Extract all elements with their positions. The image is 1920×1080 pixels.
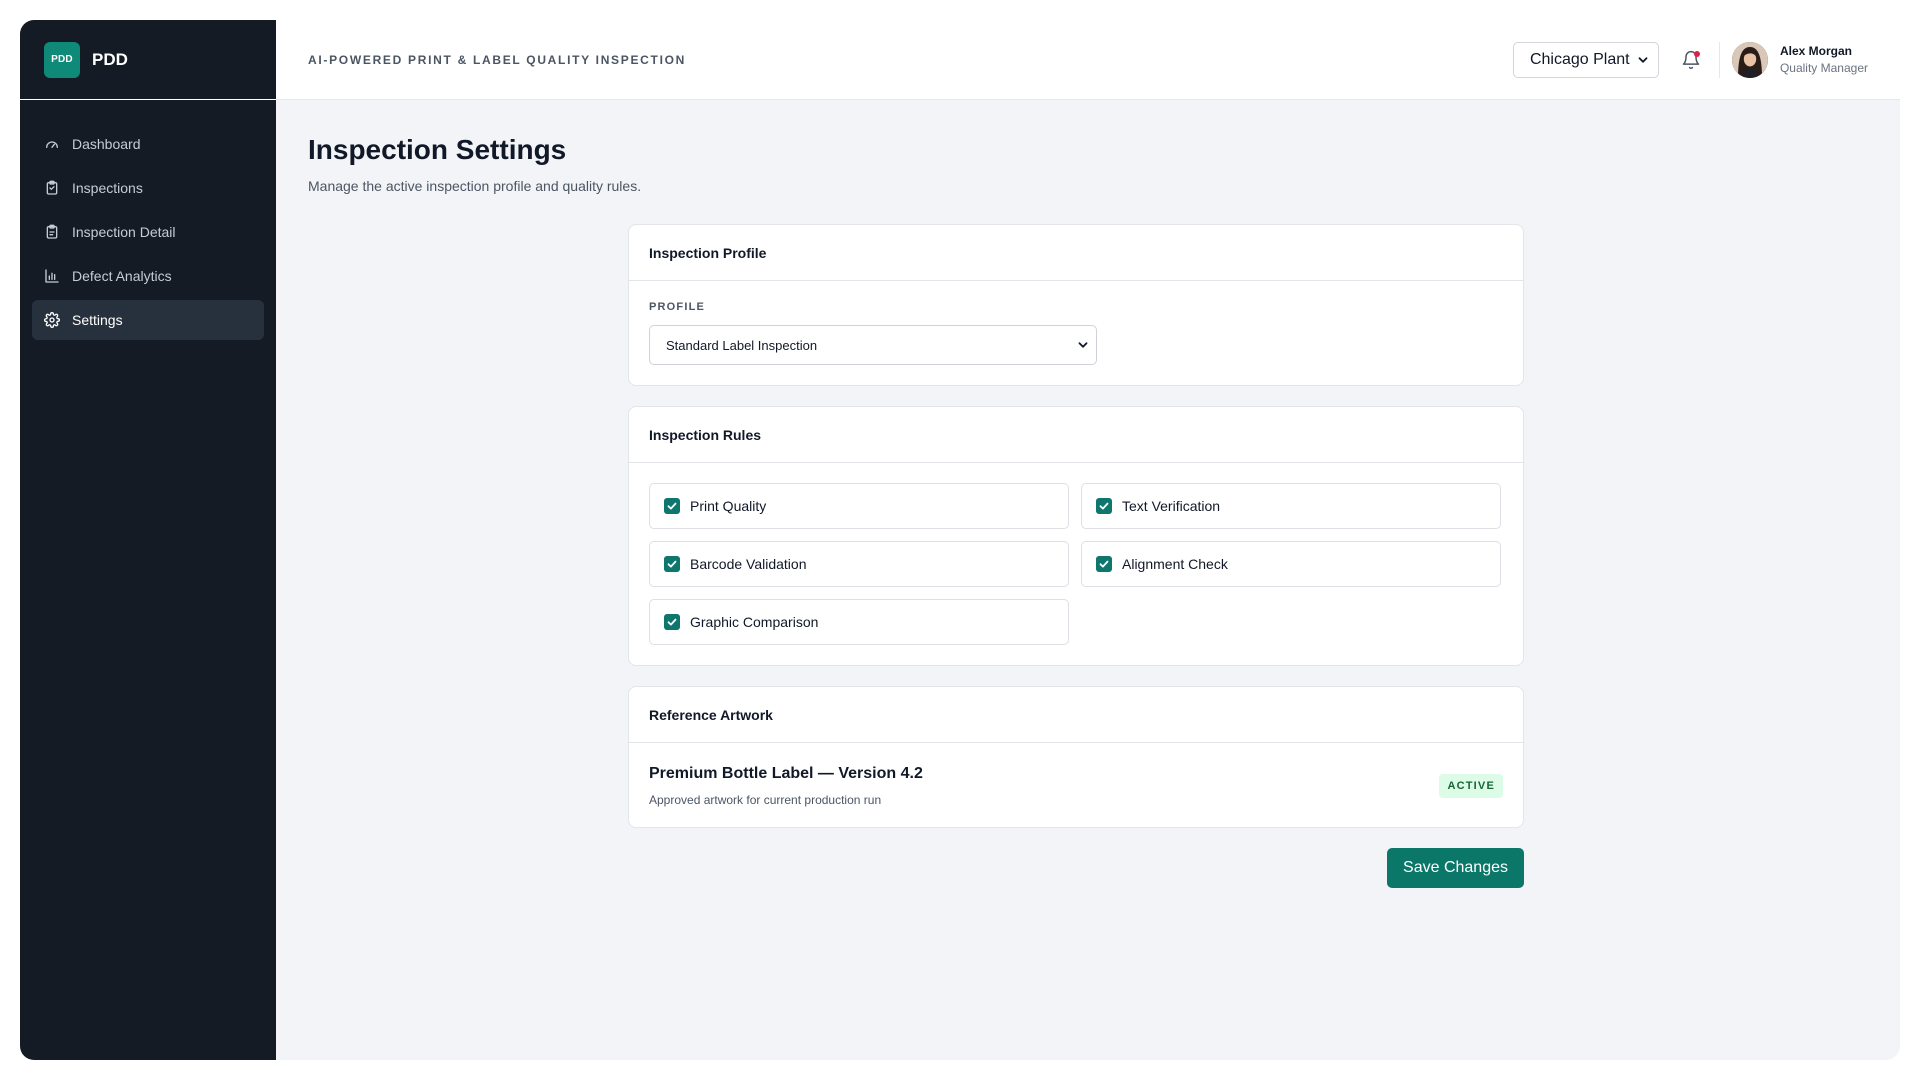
brand: PDD PDD [20,20,276,100]
settings-cards: Inspection Profile PROFILE Standard Labe… [628,224,1524,888]
artwork-name: Premium Bottle Label — Version 4.2 [649,765,923,782]
rule-text-verification[interactable]: Text Verification [1081,483,1501,529]
reference-artwork-card: Reference Artwork Premium Bottle Label —… [628,686,1524,828]
sidebar: PDD PDD Dashboard Inspections Inspection… [20,20,276,1060]
top-bar-actions: Chicago Plant Alex Morgan Quality Manage… [1512,41,1868,78]
avatar-portrait [1731,41,1768,78]
avatar[interactable] [1731,41,1768,78]
page-title: Inspection Settings [308,134,567,165]
gear-icon [44,312,60,328]
rule-barcode-validation[interactable]: Barcode Validation [649,541,1069,587]
profile-field-label: PROFILE [649,301,706,313]
card-title: Inspection Rules [629,407,1523,463]
artwork-info: Premium Bottle Label — Version 4.2 Appro… [649,765,923,807]
check-icon [1099,502,1109,510]
rule-print-quality[interactable]: Print Quality [649,483,1069,529]
plant-select-value: Chicago Plant [1529,50,1630,68]
user-name: Alex Morgan [1779,44,1852,58]
profile-select[interactable]: Standard Label Inspection [649,325,1097,365]
rule-label: Alignment Check [1122,556,1228,572]
rule-label: Print Quality [690,498,767,514]
user-role: Quality Manager [1779,61,1868,75]
rule-checkbox[interactable] [1096,556,1112,572]
clipboard-check-icon [46,224,58,239]
page-subtitle: Manage the active inspection profile and… [308,178,642,194]
rule-label: Text Verification [1122,498,1221,514]
app-window: PDD PDD Dashboard Inspections Inspection… [20,20,1900,1060]
brand-logo[interactable]: PDD [44,41,80,78]
sidebar-item-label: Inspections [72,180,143,196]
notifications-button[interactable] [1681,50,1701,70]
rule-checkbox[interactable] [1096,498,1112,514]
main-area: AI-POWERED PRINT & LABEL QUALITY INSPECT… [276,20,1900,1060]
rule-checkbox[interactable] [664,556,680,572]
profile-select-value: Standard Label Inspection [666,337,818,353]
check-icon [1099,560,1109,568]
chevron-down-icon [1638,56,1648,63]
artwork-body: Premium Bottle Label — Version 4.2 Appro… [629,743,1523,827]
rule-alignment-check[interactable]: Alignment Check [1081,541,1501,587]
chevron-down-icon [1078,342,1088,348]
card-title: Inspection Profile [629,225,1523,281]
app-tagline: AI-POWERED PRINT & LABEL QUALITY INSPECT… [308,52,687,67]
rule-graphic-comparison[interactable]: Graphic Comparison [649,599,1069,645]
sidebar-item-inspections[interactable]: Inspections [32,168,264,208]
artwork-description: Approved artwork for current production … [649,793,882,807]
sidebar-nav: Dashboard Inspections Inspection Detail … [20,100,276,344]
card-body: Print Quality Text Verification Barcode … [629,463,1523,665]
check-icon [667,502,677,510]
bar-chart-icon [45,269,59,283]
rule-checkbox[interactable] [664,498,680,514]
gauge-icon [46,141,58,148]
form-actions: Save Changes [628,848,1524,888]
plant-select[interactable]: Chicago Plant [1512,41,1659,78]
rules-grid: Print Quality Text Verification Barcode … [649,483,1503,645]
sidebar-item-label: Inspection Detail [72,224,176,240]
check-icon [667,618,677,626]
divider [1718,41,1720,78]
sidebar-item-defect-analytics[interactable]: Defect Analytics [32,256,264,296]
rule-checkbox[interactable] [664,614,680,630]
card-body: PROFILE Standard Label Inspection [629,281,1523,385]
brand-name: PDD [92,49,128,69]
sidebar-item-inspection-detail[interactable]: Inspection Detail [32,212,264,252]
rule-label: Barcode Validation [690,556,807,572]
page-content: Inspection Settings Manage the active in… [276,100,1900,1060]
inspection-profile-card: Inspection Profile PROFILE Standard Labe… [628,224,1524,386]
sidebar-item-settings[interactable]: Settings [32,300,264,340]
card-title: Reference Artwork [629,687,1523,743]
sidebar-item-label: Defect Analytics [72,268,172,284]
status-badge: ACTIVE [1439,774,1503,798]
sidebar-item-dashboard[interactable]: Dashboard [32,124,264,164]
inspection-rules-card: Inspection Rules Print Quality Text Veri… [628,406,1524,666]
notification-dot [1693,50,1700,57]
clipboard-icon [46,180,58,195]
top-bar: AI-POWERED PRINT & LABEL QUALITY INSPECT… [276,20,1900,100]
rule-label: Graphic Comparison [690,614,819,630]
sidebar-item-label: Dashboard [72,136,141,152]
save-changes-button[interactable]: Save Changes [1387,848,1524,888]
user-info[interactable]: Alex Morgan Quality Manager [1780,44,1868,75]
sidebar-item-label: Settings [72,312,123,328]
check-icon [667,560,677,568]
